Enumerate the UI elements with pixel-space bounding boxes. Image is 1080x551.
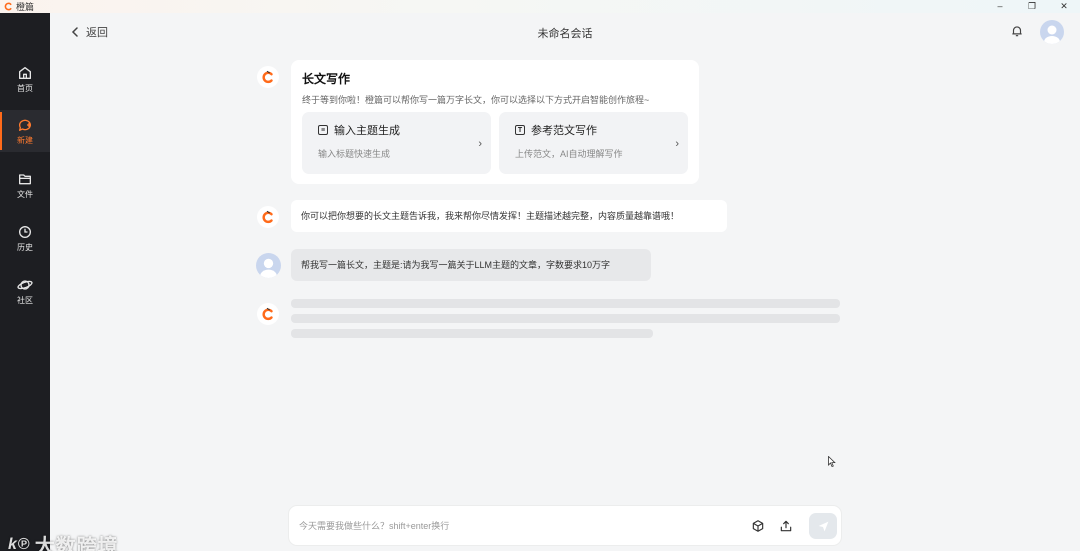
- loading-skeleton-line: [291, 299, 840, 308]
- bot-message: 你可以把你想要的长文主题告诉我，我来帮你尽情发挥！主题描述越完整，内容质量越靠谱…: [291, 200, 727, 232]
- sidebar-item-label: 历史: [17, 242, 33, 252]
- chat-input-bar: [288, 505, 842, 546]
- minimize-button[interactable]: –: [984, 0, 1016, 13]
- chevron-right-icon: ›: [478, 138, 482, 150]
- sidebar-item-community[interactable]: 社区: [0, 270, 50, 312]
- user-avatar[interactable]: [1040, 20, 1064, 44]
- option-subtitle: 输入标题快速生成: [318, 149, 391, 159]
- planet-icon: [17, 279, 33, 290]
- option-title: 参考范文写作: [531, 125, 597, 137]
- window-titlebar: 橙篇 – ❐ ✕: [0, 0, 1080, 13]
- option-subtitle: 上传范文，AI自动理解写作: [515, 149, 623, 159]
- maximize-button[interactable]: ❐: [1016, 0, 1048, 13]
- watermark-text: 大数跨境: [34, 536, 119, 551]
- text-template-icon: T: [515, 125, 525, 135]
- bell-icon[interactable]: [1010, 24, 1024, 38]
- user-message-avatar: [256, 253, 281, 278]
- avatar-person-icon: [1044, 25, 1060, 44]
- sidebar-item-label: 社区: [17, 295, 33, 305]
- brand-logo-icon: [262, 70, 273, 84]
- sidebar-item-label: 新建: [17, 135, 33, 145]
- avatar-person-icon: [260, 258, 277, 278]
- sidebar-item-home[interactable]: 首页: [0, 58, 50, 100]
- long-writing-card: 长文写作 终于等到你啦！橙篇可以帮你写一篇万字长文，你可以选择以下方式开启智能创…: [291, 60, 699, 184]
- sidebar: 首页 新建 文件 历史 社区 k℗ 大数跨境: [0, 13, 118, 551]
- app-logo-icon: [4, 2, 12, 11]
- new-chat-icon: [18, 119, 31, 131]
- sidebar-item-new[interactable]: 新建: [0, 110, 50, 152]
- page-title: 未命名会话: [537, 28, 593, 40]
- watermark: k℗ 大数跨境: [8, 530, 119, 551]
- card-title: 长文写作: [302, 72, 351, 86]
- send-icon: [818, 521, 828, 531]
- brand-logo-icon: [262, 307, 273, 321]
- folder-icon: [19, 173, 31, 184]
- bot-avatar: [257, 303, 279, 325]
- close-button[interactable]: ✕: [1048, 0, 1080, 13]
- window-title: 橙篇: [16, 2, 35, 12]
- card-description: 终于等到你啦！橙篇可以帮你写一篇万字长文，你可以选择以下方式开启智能创作旅程~: [302, 95, 650, 105]
- option-topic-generate[interactable]: ≡ 输入主题生成 输入标题快速生成 ›: [302, 112, 491, 174]
- upload-icon[interactable]: [779, 519, 793, 533]
- loading-skeleton-line: [291, 314, 840, 323]
- sidebar-item-label: 文件: [17, 189, 33, 199]
- sidebar-item-label: 首页: [17, 83, 33, 93]
- watermark-logo-icon: k℗: [8, 535, 31, 551]
- chevron-right-icon: ›: [675, 138, 679, 150]
- sidebar-item-files[interactable]: 文件: [0, 164, 50, 206]
- option-reference-writing[interactable]: T 参考范文写作 上传范文，AI自动理解写作 ›: [499, 112, 688, 174]
- sidebar-item-history[interactable]: 历史: [0, 217, 50, 259]
- send-button[interactable]: [809, 513, 837, 539]
- document-list-icon: ≡: [318, 125, 328, 135]
- bot-avatar: [257, 206, 279, 228]
- mouse-cursor-icon: [828, 456, 836, 467]
- chat-input[interactable]: [299, 518, 719, 534]
- option-title: 输入主题生成: [334, 125, 400, 137]
- cube-icon[interactable]: [751, 519, 765, 533]
- brand-logo-icon: [262, 210, 273, 224]
- user-message: 帮我写一篇长文，主题是:请为我写一篇关于LLM主题的文章，字数要求10万字: [291, 249, 651, 281]
- loading-skeleton-line: [291, 329, 653, 338]
- history-icon: [19, 225, 31, 238]
- window-controls: – ❐ ✕: [984, 0, 1080, 13]
- home-icon: [19, 66, 31, 79]
- bot-avatar: [257, 66, 279, 88]
